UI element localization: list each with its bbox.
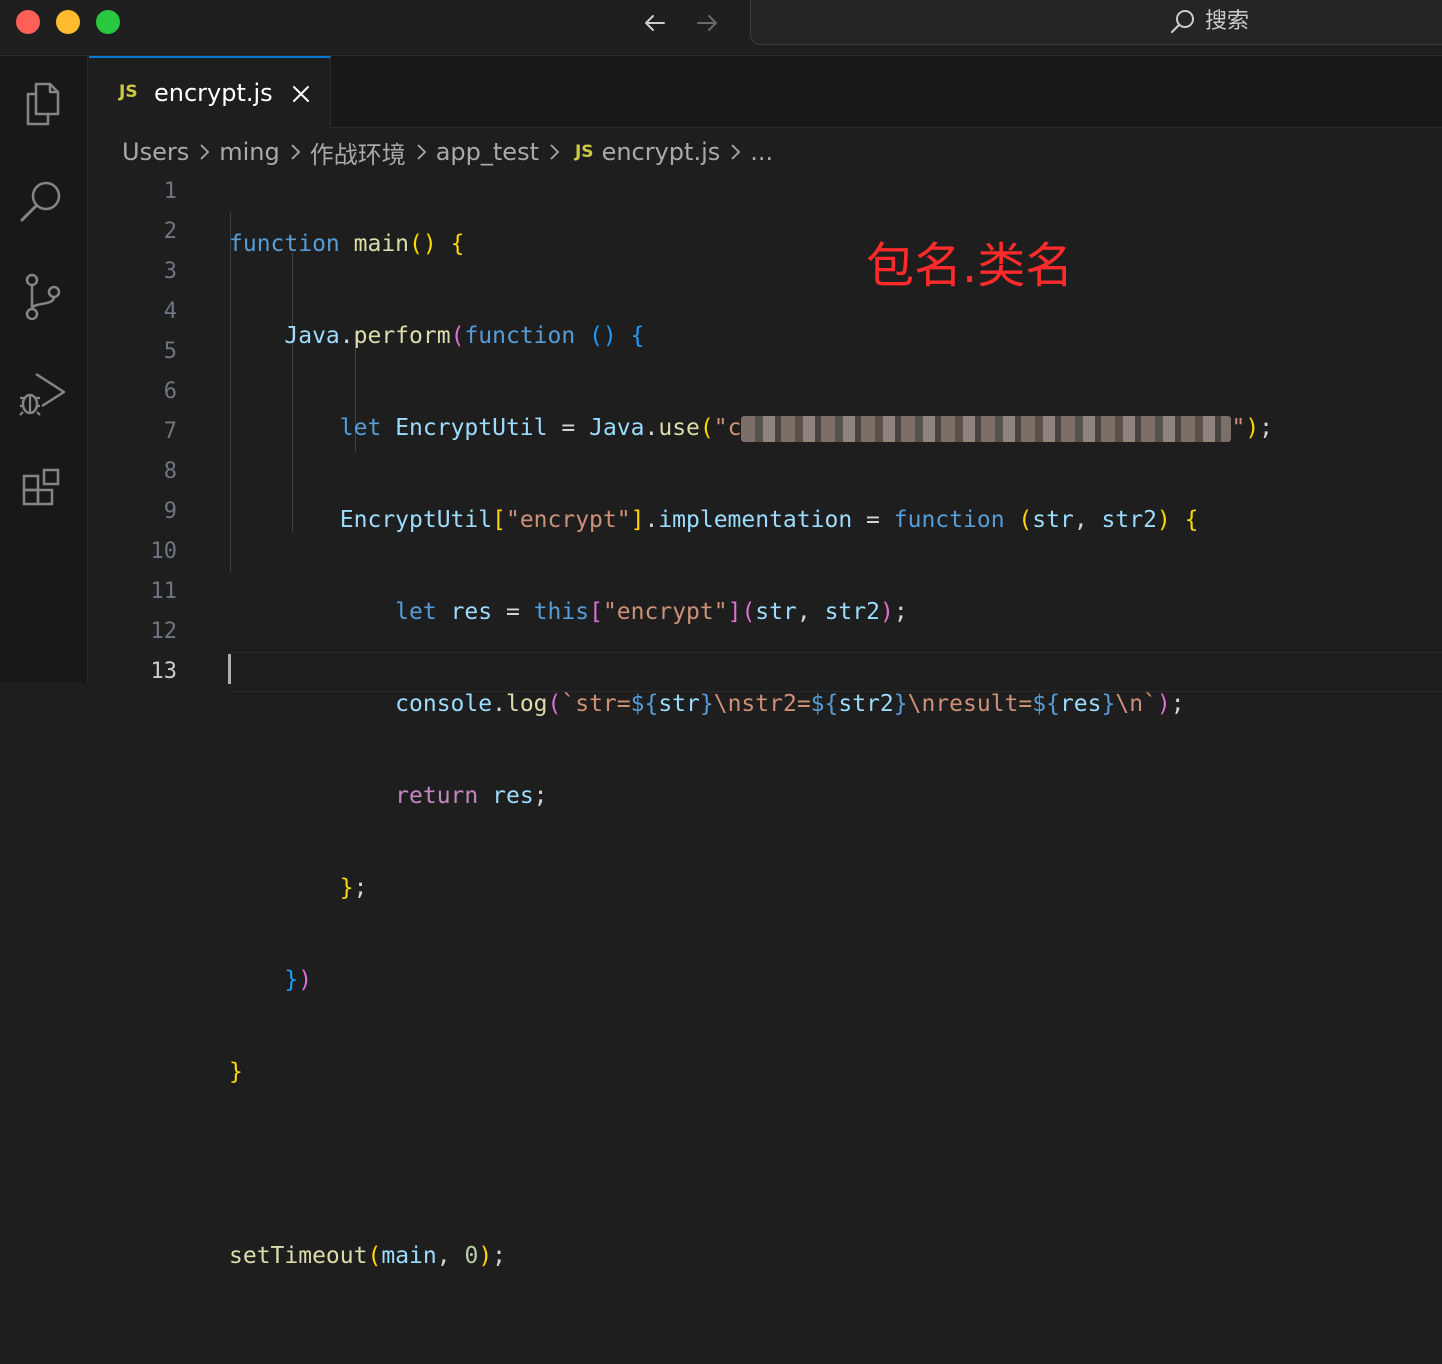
code-line: return res; (395, 783, 548, 809)
explorer-files-icon[interactable] (16, 76, 70, 130)
line-number: 5 (163, 339, 177, 364)
breadcrumb-more[interactable]: ... (750, 138, 773, 166)
chevron-right-icon (200, 144, 210, 160)
breadcrumb-segment[interactable]: app_test (436, 138, 539, 166)
code-line: let res = this["encrypt"](str, str2); (395, 599, 908, 625)
code-line: EncryptUtil["encrypt"].implementation = … (339, 507, 1199, 533)
tab-encrypt-js[interactable]: JS encrypt.js (89, 56, 331, 128)
close-icon[interactable] (289, 82, 313, 106)
breadcrumb-segment[interactable]: ming (219, 138, 280, 166)
text-cursor (228, 654, 231, 684)
activity-bar (0, 56, 88, 682)
tab-title: encrypt.js (154, 79, 273, 107)
forward-arrow-icon[interactable] (690, 6, 724, 40)
line-number: 4 (163, 299, 177, 324)
extensions-icon[interactable] (16, 464, 70, 518)
editor-tab-bar: JS encrypt.js (89, 56, 1442, 128)
line-number-gutter: 1 2 3 4 5 6 7 8 9 10 11 12 13 (89, 172, 178, 692)
line-number: 11 (150, 579, 178, 604)
search-placeholder: 搜索 (1205, 9, 1250, 34)
line-number: 2 (163, 219, 177, 244)
code-line: }) (284, 967, 313, 993)
command-search-box[interactable]: 搜索 (750, 0, 1442, 45)
breadcrumb-segment[interactable]: 作战环境 (310, 135, 406, 170)
search-icon[interactable] (16, 176, 70, 230)
chevron-right-icon (417, 144, 426, 160)
code-line: function main() { (229, 231, 465, 257)
minimize-window-button[interactable] (56, 10, 80, 34)
redacted-class-name (741, 415, 1232, 442)
line-number: 13 (150, 659, 178, 684)
line-number: 8 (163, 459, 177, 484)
search-icon (1170, 10, 1194, 34)
javascript-file-icon: JS (119, 82, 138, 102)
line-number: 1 (163, 179, 177, 204)
breadcrumb: Users ming 作战环境 app_test JS encrypt.js .… (122, 132, 773, 172)
line-number: 9 (163, 499, 177, 524)
code-line: Java.perform(function () { (284, 323, 645, 349)
maximize-window-button[interactable] (96, 10, 120, 34)
breadcrumb-file[interactable]: encrypt.js (602, 138, 721, 166)
annotation-label: 包名.类名 (866, 238, 1074, 294)
chevron-right-icon (550, 144, 560, 160)
javascript-file-icon: JS (574, 142, 594, 162)
code-line: let EncryptUtil = Java.use("c "); (339, 415, 1274, 442)
line-number: 3 (163, 259, 177, 284)
code-line: }; (339, 875, 368, 901)
breadcrumb-segment[interactable]: Users (122, 138, 189, 166)
code-line: setTimeout(main, 0); (229, 1243, 507, 1269)
code-content[interactable]: function main() { Java.perform(function … (229, 172, 1273, 1364)
chevron-right-icon (291, 144, 300, 160)
code-editor[interactable]: 1 2 3 4 5 6 7 8 9 10 11 12 13 function m… (89, 172, 1442, 1269)
title-bar: 搜索 (0, 0, 1442, 56)
line-number: 6 (163, 379, 177, 404)
chevron-right-icon (731, 144, 741, 160)
close-window-button[interactable] (16, 10, 40, 34)
run-and-debug-icon[interactable] (16, 366, 70, 420)
code-line: } (229, 1059, 243, 1085)
back-arrow-icon[interactable] (638, 6, 672, 40)
line-number: 10 (150, 539, 178, 564)
source-control-icon[interactable] (16, 270, 70, 324)
line-number: 12 (150, 619, 178, 644)
code-line: console.log(`str=${str}\nstr2=${str2}\nr… (395, 691, 1185, 717)
line-number: 7 (163, 419, 177, 444)
